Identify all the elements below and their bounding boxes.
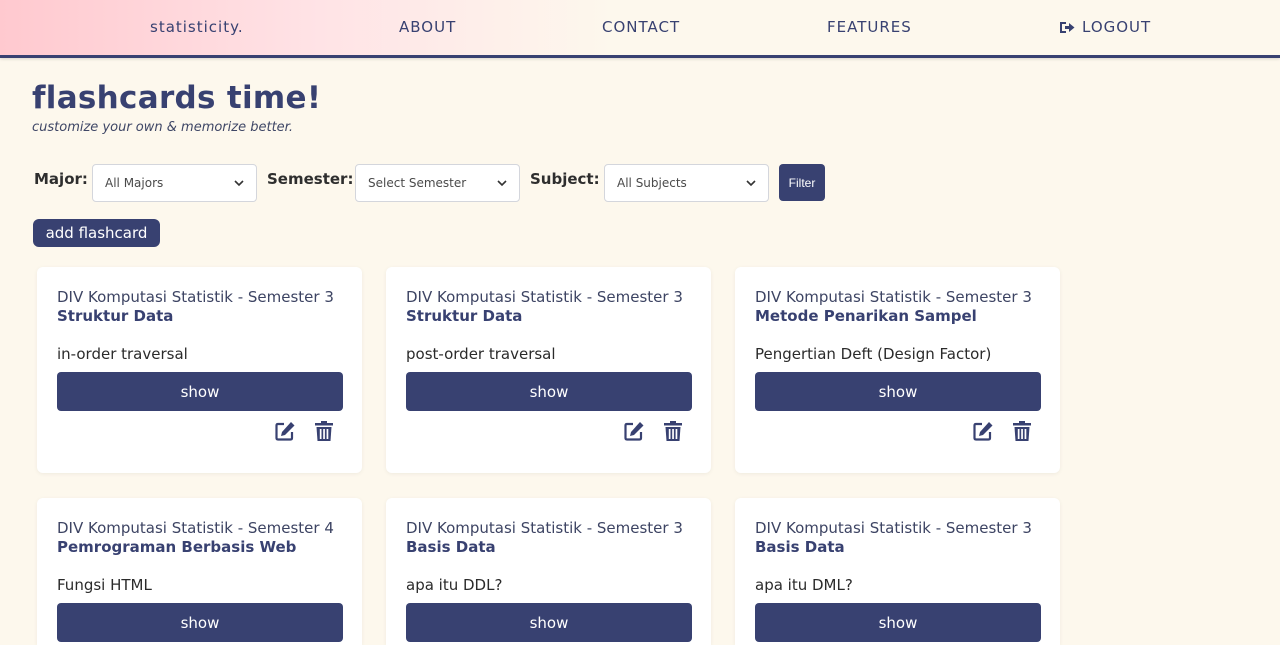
card-major-semester: DIV Komputasi Statistik - Semester 3 — [755, 519, 1032, 537]
card-major-semester: DIV Komputasi Statistik - Semester 3 — [406, 288, 683, 306]
card-subject: Struktur Data — [57, 307, 174, 325]
logout-link[interactable]: LOGOUT — [1059, 18, 1151, 36]
nav-features-link[interactable]: FEATURES — [827, 18, 912, 36]
card-major-semester: DIV Komputasi Statistik - Semester 4 — [57, 519, 334, 537]
chevron-down-icon — [746, 176, 756, 190]
show-button[interactable]: show — [755, 372, 1041, 411]
brand-logo-link[interactable]: statisticity. — [150, 18, 244, 36]
card-subject: Pemrograman Berbasis Web — [57, 538, 297, 556]
filter-button[interactable]: Filter — [779, 164, 825, 201]
show-button[interactable]: show — [57, 372, 343, 411]
flashcard: DIV Komputasi Statistik - Semester 4 Pem… — [37, 498, 362, 645]
major-filter-label: Major: — [34, 170, 88, 188]
nav-about-link[interactable]: ABOUT — [399, 18, 456, 36]
flashcard: DIV Komputasi Statistik - Semester 3 Bas… — [386, 498, 711, 645]
card-question: in-order traversal — [57, 345, 188, 363]
card-question: Pengertian Deft (Design Factor) — [755, 345, 992, 363]
navbar: statisticity. ABOUT CONTACT FEATURES LOG… — [0, 0, 1280, 58]
card-subject: Struktur Data — [406, 307, 523, 325]
show-button[interactable]: show — [406, 603, 692, 642]
add-flashcard-button[interactable]: add flashcard — [33, 219, 160, 247]
show-button[interactable]: show — [755, 603, 1041, 642]
card-question: Fungsi HTML — [57, 576, 152, 594]
semester-filter-label: Semester: — [267, 170, 354, 188]
logout-label: LOGOUT — [1082, 18, 1152, 36]
card-major-semester: DIV Komputasi Statistik - Semester 3 — [755, 288, 1032, 306]
major-select[interactable]: All Majors — [92, 164, 257, 202]
flashcard: DIV Komputasi Statistik - Semester 3 Str… — [37, 267, 362, 473]
edit-icon[interactable] — [623, 420, 645, 442]
sign-out-icon — [1059, 20, 1076, 35]
semester-select[interactable]: Select Semester — [355, 164, 520, 202]
card-subject: Metode Penarikan Sampel — [755, 307, 977, 325]
card-subject: Basis Data — [406, 538, 496, 556]
trash-icon[interactable] — [662, 420, 684, 442]
major-select-value: All Majors — [105, 176, 164, 190]
subject-select-value: All Subjects — [617, 176, 687, 190]
flashcard: DIV Komputasi Statistik - Semester 3 Bas… — [735, 498, 1060, 645]
card-question: apa itu DML? — [755, 576, 853, 594]
page-subtitle: customize your own & memorize better. — [32, 120, 293, 135]
page-title: flashcards time! — [32, 80, 322, 116]
trash-icon[interactable] — [1011, 420, 1033, 442]
card-question: apa itu DDL? — [406, 576, 503, 594]
subject-filter-label: Subject: — [530, 170, 600, 188]
show-button[interactable]: show — [57, 603, 343, 642]
card-question: post-order traversal — [406, 345, 556, 363]
edit-icon[interactable] — [972, 420, 994, 442]
chevron-down-icon — [234, 176, 244, 190]
chevron-down-icon — [497, 176, 507, 190]
subject-select[interactable]: All Subjects — [604, 164, 769, 202]
show-button[interactable]: show — [406, 372, 692, 411]
card-subject: Basis Data — [755, 538, 845, 556]
flashcard: DIV Komputasi Statistik - Semester 3 Met… — [735, 267, 1060, 473]
nav-contact-link[interactable]: CONTACT — [602, 18, 680, 36]
card-major-semester: DIV Komputasi Statistik - Semester 3 — [57, 288, 334, 306]
flashcard: DIV Komputasi Statistik - Semester 3 Str… — [386, 267, 711, 473]
card-major-semester: DIV Komputasi Statistik - Semester 3 — [406, 519, 683, 537]
edit-icon[interactable] — [274, 420, 296, 442]
trash-icon[interactable] — [313, 420, 335, 442]
semester-select-value: Select Semester — [368, 176, 467, 190]
